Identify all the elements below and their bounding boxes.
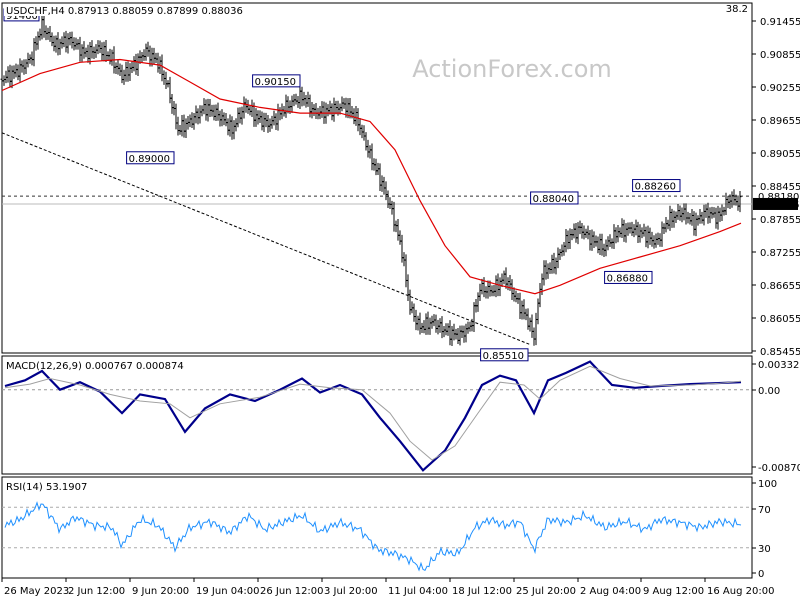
rsi-y-tick-label: 30 [758, 544, 771, 555]
watermark: ActionForex.com [412, 55, 612, 83]
price-y-tick-label: 0.87855 [760, 215, 800, 226]
chart-title: USDCHF,H4 0.87913 0.88059 0.87899 0.8803… [6, 6, 243, 17]
macd-y-tick-label: -0.008707 [758, 463, 800, 474]
macd-title: MACD(12,26,9) 0.000767 0.000874 [6, 361, 184, 372]
price-y-tick-label: 0.86655 [760, 281, 800, 292]
price-y-tick-label: 0.90255 [760, 83, 800, 94]
macd-y-tick-label: 0.00 [758, 386, 780, 397]
x-tick-label: 26 May 2023 [4, 586, 69, 597]
rsi-y-tick-label: 70 [758, 505, 771, 516]
x-tick-label: 25 Jul 20:00 [516, 586, 576, 597]
price-annotation-label: 0.85510 [483, 351, 524, 362]
price-annotation-label: 0.89000 [129, 154, 170, 165]
x-tick-label: 19 Jun 04:00 [196, 586, 260, 597]
x-tick-label: 11 Jul 04:00 [388, 586, 448, 597]
corner-value: 38.2 [726, 4, 748, 15]
price-annotation-label: 0.88260 [635, 182, 676, 193]
price-annotation-label: 0.90150 [255, 77, 296, 88]
x-tick-label: 9 Aug 12:00 [643, 586, 704, 597]
rsi-y-tick-label: 0 [758, 569, 764, 580]
x-tick-label: 9 Jun 20:00 [132, 586, 189, 597]
price-annotation-label: 0.86880 [607, 273, 648, 284]
forex-chart: ActionForex.com 914600.901500.890000.880… [0, 2, 800, 597]
price-y-tick-label: 0.89655 [760, 116, 800, 127]
price-y-tick-label: 0.85455 [760, 347, 800, 358]
x-tick-label: 2 Aug 04:00 [580, 586, 641, 597]
price-y-tick-label: 0.87255 [760, 248, 800, 259]
rsi-y-tick-label: 100 [758, 479, 777, 490]
price-annotation-label: 0.88040 [533, 194, 574, 205]
x-tick-label: 3 Jul 20:00 [324, 586, 378, 597]
price-y-tick-label: 0.89055 [760, 149, 800, 160]
x-tick-label: 18 Jul 12:00 [452, 586, 512, 597]
price-y-tick-label: 0.86055 [760, 314, 800, 325]
x-tick-label: 16 Aug 20:00 [707, 586, 774, 597]
price-y-tick-label: 0.90855 [760, 50, 800, 61]
rsi-title: RSI(14) 53.1907 [6, 482, 87, 493]
x-tick-label: 2 Jun 12:00 [68, 586, 125, 597]
x-tick-label: 26 Jun 12:00 [260, 586, 324, 597]
price-y-tick-label: 0.91455 [760, 17, 800, 28]
current-price-label: 0.88036 [758, 200, 799, 211]
macd-y-tick-label: 0.003328 [758, 360, 800, 371]
